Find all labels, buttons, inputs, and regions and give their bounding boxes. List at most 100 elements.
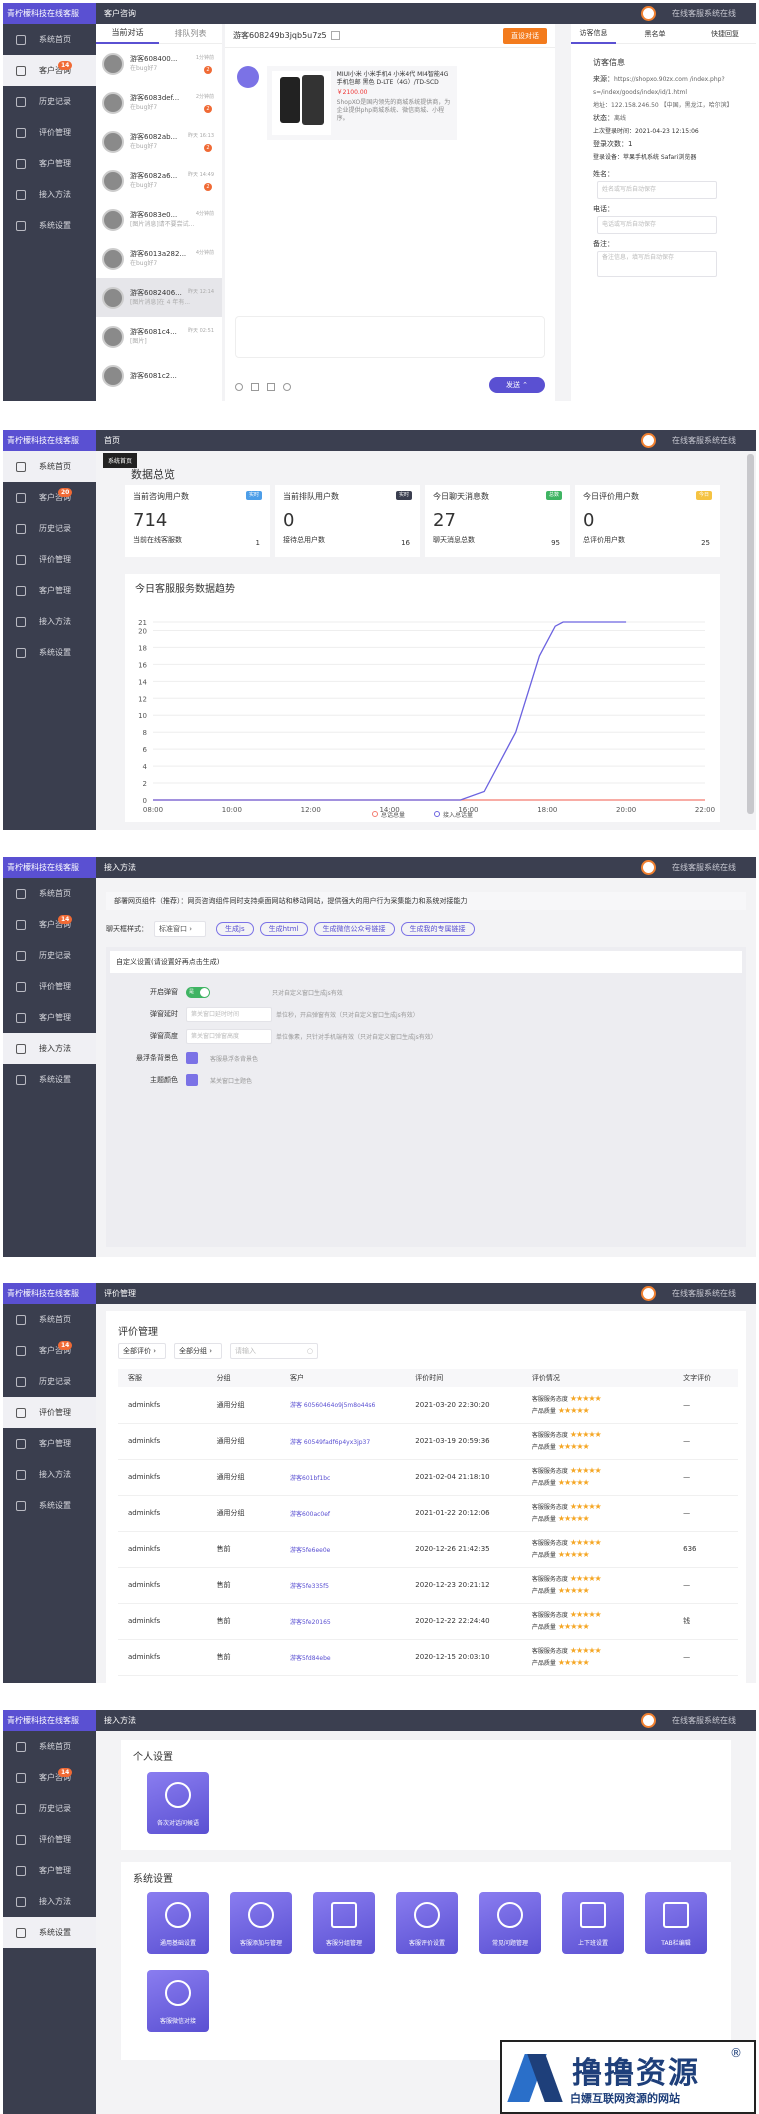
style-select[interactable]: 标准窗口 › [154, 921, 206, 937]
folder-icon[interactable] [267, 383, 275, 391]
setting-input[interactable]: 第关窗口延时时间 [186, 1006, 272, 1022]
nav-settings[interactable]: 系统设置 [3, 1064, 96, 1095]
edit-icon[interactable] [330, 31, 340, 40]
nav-consult[interactable]: 客户咨询 20 [3, 482, 96, 513]
nav-consult[interactable]: 客户咨询 14 [3, 1335, 96, 1366]
list-item[interactable]: 游客6082ab... 在bug好7 昨天 16:13 2 [96, 122, 222, 161]
nav-customers[interactable]: 客户管理 [3, 1855, 96, 1886]
nav-history[interactable]: 历史记录 [3, 1793, 96, 1824]
cell-cust[interactable]: 游客 60560464o9j5m8o44s6 [280, 1387, 405, 1423]
generate-button[interactable]: 生成js [216, 922, 254, 936]
nav-history[interactable]: 历史记录 [3, 86, 96, 117]
list-item[interactable]: 游客6083def... 在bug好7 2分钟前 2 [96, 83, 222, 122]
nav-consult[interactable]: 客户咨询 14 [3, 909, 96, 940]
remark-field[interactable]: 备注信息，填写后自动保存 [597, 251, 717, 277]
nav-settings[interactable]: 系统设置 [3, 1917, 96, 1948]
nav-history[interactable]: 历史记录 [3, 513, 96, 544]
generate-button[interactable]: 生成微信公众号链接 [313, 922, 395, 936]
product-card[interactable]: MIUI小米 小米手机4 小米4代 MI4智能4G手机包邮 黑色 D-LTE（4… [267, 66, 457, 140]
cell-cust[interactable]: 游客5fe20165 [280, 1603, 405, 1639]
nav-consult[interactable]: 客户咨询 14 [3, 55, 96, 86]
scrollbar[interactable] [747, 454, 754, 814]
nav-rating[interactable]: 评价管理 [3, 1397, 96, 1428]
color-picker[interactable] [186, 1052, 198, 1064]
settings-tile[interactable]: 客服添加与管理 [230, 1892, 292, 1954]
message-input[interactable] [235, 316, 545, 358]
tab-quick-reply[interactable]: 快捷回复 [694, 29, 756, 39]
list-item[interactable]: 游客6083e0... [图片消息]请不要尝试... 4分钟前 [96, 200, 222, 239]
avatar[interactable] [641, 1713, 656, 1728]
nav-history[interactable]: 历史记录 [3, 940, 96, 971]
nav-customers[interactable]: 客户管理 [3, 575, 96, 606]
avatar[interactable] [641, 1286, 656, 1301]
cell-cust[interactable]: 游客5fd84ebe [280, 1639, 405, 1675]
avatar[interactable] [641, 433, 656, 448]
cell-cust[interactable]: 游客601bf1bc [280, 1459, 405, 1495]
nav-customers[interactable]: 客户管理 [3, 1428, 96, 1459]
settings-tile[interactable]: 客服评价设置 [396, 1892, 458, 1954]
nav-access[interactable]: 接入方法 [3, 1033, 96, 1064]
nav-settings[interactable]: 系统设置 [3, 637, 96, 668]
avatar[interactable] [641, 6, 656, 21]
nav-rating[interactable]: 评价管理 [3, 1824, 96, 1855]
name-field[interactable]: 姓名或写后自动保存 [597, 181, 717, 199]
list-item[interactable]: 游客6081c2... [96, 356, 222, 395]
nav-rating[interactable]: 评价管理 [3, 117, 96, 148]
image-icon[interactable] [251, 383, 259, 391]
nav-access[interactable]: 接入方法 [3, 1886, 96, 1917]
nav-access[interactable]: 接入方法 [3, 179, 96, 210]
nav-consult[interactable]: 客户咨询 14 [3, 1762, 96, 1793]
settings-tile[interactable]: 通用基础设置 [147, 1892, 209, 1954]
avatar[interactable] [641, 860, 656, 875]
emoji-icon[interactable] [235, 383, 243, 391]
nav-home[interactable]: 系统首页 [3, 1304, 96, 1335]
nav-rating[interactable]: 评价管理 [3, 544, 96, 575]
list-item[interactable]: 游客6081c4... [图片] 昨天 02:51 [96, 317, 222, 356]
settings-tile[interactable]: TAB栏编辑 [645, 1892, 707, 1954]
nav-settings[interactable]: 系统设置 [3, 210, 96, 241]
nav-rating[interactable]: 评价管理 [3, 971, 96, 1002]
settings-tile[interactable]: 上下班设置 [562, 1892, 624, 1954]
tab-queue[interactable]: 排队列表 [159, 28, 222, 39]
list-item[interactable]: 游客608400... 在bug好7 1分钟前 2 [96, 44, 222, 83]
settings-tile[interactable]: 客服微信对接 [147, 1970, 209, 2032]
cell-cust[interactable]: 游客5fe335f5 [280, 1567, 405, 1603]
nav-home[interactable]: 系统首页 [3, 451, 96, 482]
cell-cust[interactable]: 游客5fe6ee0e [280, 1531, 405, 1567]
nav-home[interactable]: 系统首页 [3, 24, 96, 55]
phone-field[interactable]: 电话或写后自动保存 [597, 216, 717, 234]
nav-home[interactable]: 系统首页 [3, 1731, 96, 1762]
generate-button[interactable]: 生成html [259, 922, 308, 936]
tab-visitor-info[interactable]: 访客信息 [571, 24, 616, 44]
settings-tile[interactable]: 客服分组管理 [313, 1892, 375, 1954]
setting-label: 开启弹窗 [150, 988, 178, 996]
group-filter[interactable]: 全部分组 › [174, 1343, 222, 1359]
nav-settings[interactable]: 系统设置 [3, 1490, 96, 1521]
generate-button[interactable]: 生成我的专属链接 [400, 922, 475, 936]
list-item[interactable]: 游客6082a6... 在bug好7 昨天 14:49 2 [96, 161, 222, 200]
list-item[interactable]: 游客6013a282... 在bug好7 4分钟前 [96, 239, 222, 278]
nav-home[interactable]: 系统首页 [3, 878, 96, 909]
nav-access[interactable]: 接入方法 [3, 1459, 96, 1490]
nav-access[interactable]: 接入方法 [3, 606, 96, 637]
custom-settings: 自定义设置(请设置好再点击生成) 开启弹窗是 只对自定义窗口生成js有效 弹窗延时第… [106, 947, 746, 1247]
y-tick-label: 6 [143, 746, 148, 754]
nav-customers[interactable]: 客户管理 [3, 1002, 96, 1033]
search-input[interactable]: 请输入 ○ [230, 1343, 318, 1359]
cell-cust[interactable]: 游客 60549fadf6p4yx3jp37 [280, 1423, 405, 1459]
nav-history[interactable]: 历史记录 [3, 1366, 96, 1397]
rating-filter[interactable]: 全部评价 › [118, 1343, 166, 1359]
greeting-tile[interactable]: 各次对话问候语 [147, 1772, 209, 1834]
setting-input[interactable]: 第关窗口弹窗高度 [186, 1028, 272, 1044]
tab-blacklist[interactable]: 黑名单 [616, 29, 694, 39]
cell-cust[interactable]: 游客600ac0ef [280, 1495, 405, 1531]
popup-toggle[interactable]: 是 [186, 986, 210, 998]
end-chat-button[interactable]: 直设对话 [503, 27, 547, 44]
send-button[interactable]: 发送 ⌃ [489, 377, 545, 393]
nav-customers[interactable]: 客户管理 [3, 148, 96, 179]
tab-current[interactable]: 当前对话 [96, 24, 159, 44]
color-picker[interactable] [186, 1074, 198, 1086]
settings-tile[interactable]: 常见问题管理 [479, 1892, 541, 1954]
list-item[interactable]: 游客6082406... [图片消息]在 4 年有... 昨天 12:14 [96, 278, 222, 317]
transfer-icon[interactable] [283, 383, 291, 391]
